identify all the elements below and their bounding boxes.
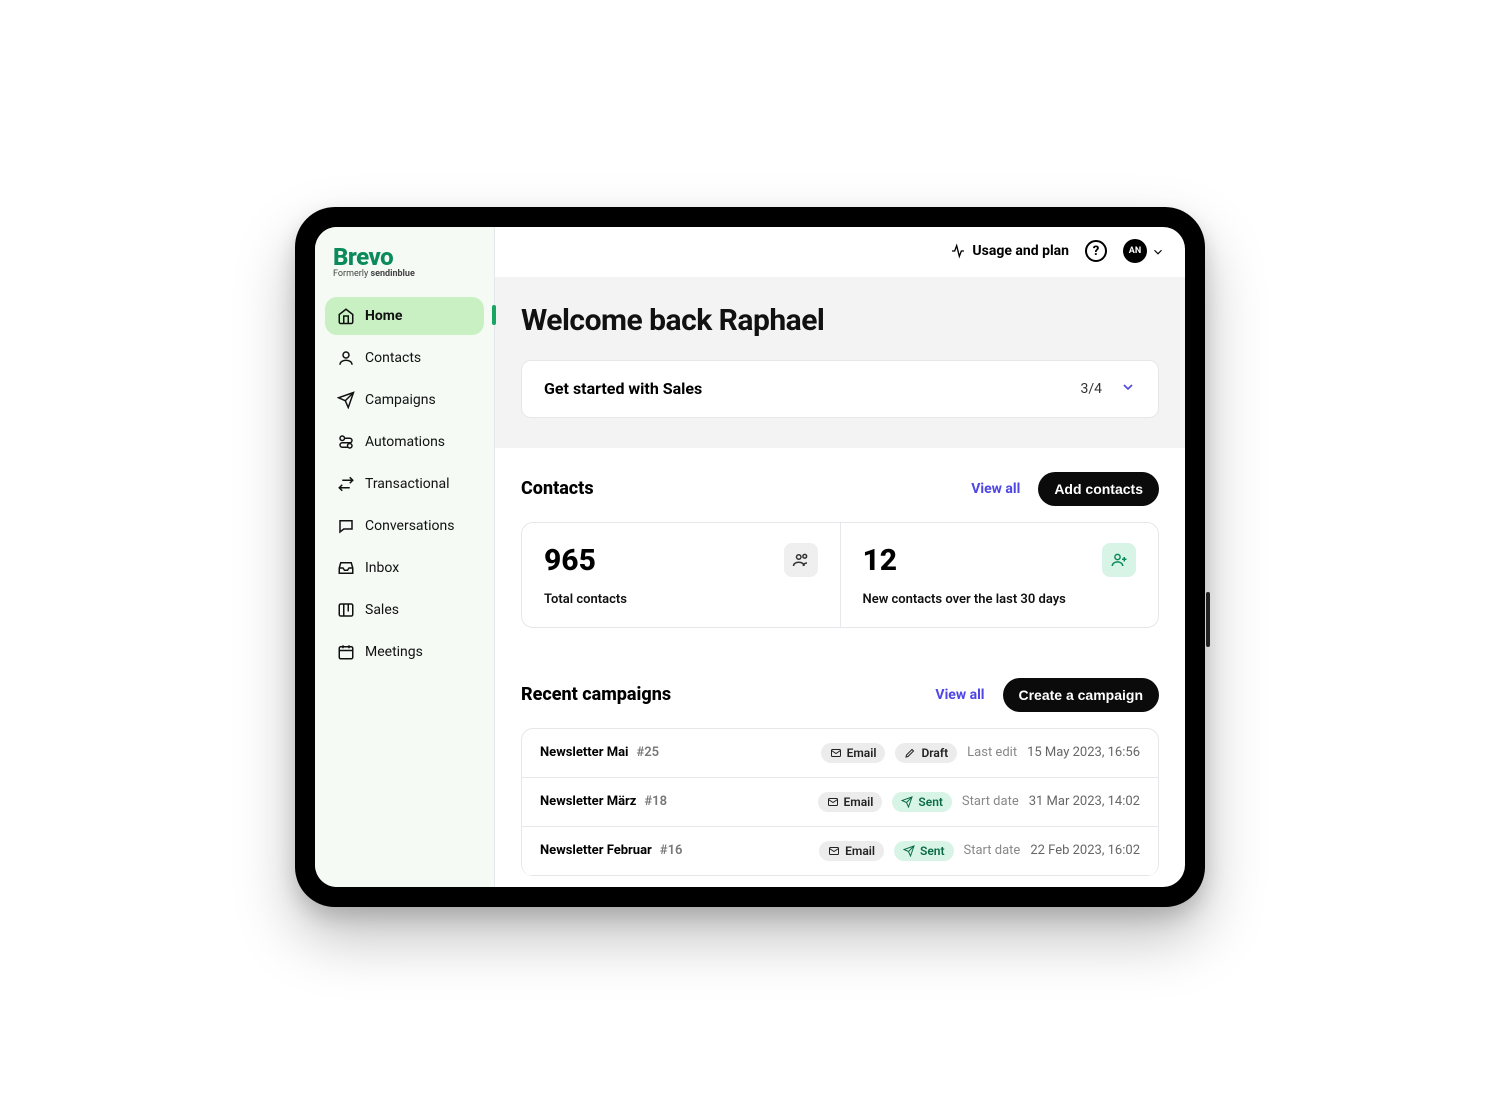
campaigns-section: Recent campaigns View all Create a campa… (495, 638, 1185, 886)
topbar: Usage and plan ? AN (495, 227, 1185, 277)
page-title: Welcome back Raphael (521, 303, 1159, 338)
sidebar-item-conversations[interactable]: Conversations (325, 507, 484, 545)
user-icon (337, 349, 355, 367)
sidebar-item-label: Automations (365, 434, 445, 450)
add-contacts-button[interactable]: Add contacts (1038, 472, 1159, 506)
sidebar-item-label: Meetings (365, 644, 423, 660)
get-started-progress: 3/4 (1080, 381, 1102, 397)
campaigns-title: Recent campaigns (521, 684, 671, 705)
mail-icon (830, 747, 842, 759)
contacts-title: Contacts (521, 478, 594, 499)
usage-and-plan-button[interactable]: Usage and plan (950, 243, 1069, 259)
campaign-list: Newsletter Mai #25 Email Draf (521, 728, 1159, 876)
account-menu[interactable]: AN (1123, 239, 1165, 263)
total-contacts-value: 965 (544, 543, 596, 578)
contacts-cards: 965 Total contacts 12 (521, 522, 1159, 628)
avatar: AN (1123, 239, 1147, 263)
campaign-id: #25 (636, 745, 659, 760)
send-icon (337, 391, 355, 409)
sidebar-item-label: Contacts (365, 350, 421, 366)
send-icon (903, 845, 915, 857)
sidebar-item-label: Sales (365, 602, 399, 618)
campaign-id: #16 (660, 843, 683, 858)
pencil-icon (904, 747, 916, 759)
campaign-status-pill: Sent (892, 792, 952, 812)
sidebar-item-meetings[interactable]: Meetings (325, 633, 484, 671)
send-icon (901, 796, 913, 808)
total-contacts-label: Total contacts (544, 592, 818, 607)
sidebar-item-automations[interactable]: Automations (325, 423, 484, 461)
help-icon: ? (1093, 244, 1100, 259)
campaign-row[interactable]: Newsletter März #18 Email Sen (522, 778, 1158, 827)
campaign-row[interactable]: Newsletter Februar #16 Email (522, 827, 1158, 876)
swap-icon (337, 475, 355, 493)
sidebar-nav: Home Contacts Campaigns (325, 297, 484, 671)
automation-icon (337, 433, 355, 451)
contacts-view-all-link[interactable]: View all (971, 481, 1020, 497)
usage-label: Usage and plan (972, 243, 1069, 259)
logo-block: Brevo Formerly sendinblue (325, 241, 484, 297)
calendar-icon (337, 643, 355, 661)
mail-icon (828, 845, 840, 857)
chat-icon (337, 517, 355, 535)
new-contacts-label: New contacts over the last 30 days (863, 592, 1137, 607)
campaign-name: Newsletter Februar (540, 843, 652, 858)
sidebar-item-label: Transactional (365, 476, 450, 492)
sidebar: Brevo Formerly sendinblue Home Contacts (315, 227, 495, 887)
sidebar-item-transactional[interactable]: Transactional (325, 465, 484, 503)
mail-icon (827, 796, 839, 808)
chevron-down-icon (1151, 244, 1165, 258)
chevron-down-icon (1120, 379, 1136, 399)
contacts-section: Contacts View all Add contacts 965 (495, 448, 1185, 638)
kanban-icon (337, 601, 355, 619)
inbox-icon (337, 559, 355, 577)
create-campaign-button[interactable]: Create a campaign (1003, 678, 1160, 712)
campaign-meta-label: Start date (964, 843, 1021, 858)
help-button[interactable]: ? (1085, 240, 1107, 262)
brand-tagline: Formerly sendinblue (333, 269, 476, 279)
new-contacts-card[interactable]: 12 New contacts over the last 30 days (840, 523, 1159, 627)
new-contacts-value: 12 (863, 543, 898, 578)
sidebar-item-inbox[interactable]: Inbox (325, 549, 484, 587)
brand-logo: Brevo (333, 243, 476, 271)
campaign-type-pill: Email (821, 743, 886, 763)
campaign-meta-label: Start date (962, 794, 1019, 809)
screen: Brevo Formerly sendinblue Home Contacts (315, 227, 1185, 887)
campaign-name: Newsletter März (540, 794, 636, 809)
campaign-status-pill: Draft (895, 743, 957, 763)
sidebar-item-label: Home (365, 308, 402, 324)
content-scroll: Welcome back Raphael Get started with Sa… (495, 277, 1185, 887)
campaign-meta-value: 31 Mar 2023, 14:02 (1029, 794, 1140, 809)
sidebar-item-home[interactable]: Home (325, 297, 484, 335)
sidebar-item-sales[interactable]: Sales (325, 591, 484, 629)
campaigns-view-all-link[interactable]: View all (935, 687, 984, 703)
activity-icon (950, 243, 966, 259)
campaign-id: #18 (644, 794, 667, 809)
campaign-type-pill: Email (818, 792, 883, 812)
get-started-card[interactable]: Get started with Sales 3/4 (521, 360, 1159, 418)
home-icon (337, 307, 355, 325)
sidebar-item-label: Campaigns (365, 392, 436, 408)
campaign-type-pill: Email (819, 841, 884, 861)
get-started-meta: 3/4 (1080, 379, 1136, 399)
get-started-title: Get started with Sales (544, 379, 702, 398)
user-plus-icon (1102, 543, 1136, 577)
sidebar-item-campaigns[interactable]: Campaigns (325, 381, 484, 419)
welcome-block: Welcome back Raphael Get started with Sa… (495, 277, 1185, 448)
campaign-meta-value: 22 Feb 2023, 16:02 (1030, 843, 1140, 858)
campaign-meta-value: 15 May 2023, 16:56 (1027, 745, 1140, 760)
campaign-name: Newsletter Mai (540, 745, 628, 760)
total-contacts-card[interactable]: 965 Total contacts (522, 523, 840, 627)
sidebar-item-contacts[interactable]: Contacts (325, 339, 484, 377)
campaign-status-pill: Sent (894, 841, 954, 861)
sidebar-item-label: Conversations (365, 518, 454, 534)
users-icon (784, 543, 818, 577)
campaign-row[interactable]: Newsletter Mai #25 Email Draf (522, 729, 1158, 778)
campaign-meta-label: Last edit (967, 745, 1017, 760)
sidebar-item-label: Inbox (365, 560, 399, 576)
tablet-frame: Brevo Formerly sendinblue Home Contacts (295, 207, 1205, 907)
main: Usage and plan ? AN Welcome back Raphael (495, 227, 1185, 887)
